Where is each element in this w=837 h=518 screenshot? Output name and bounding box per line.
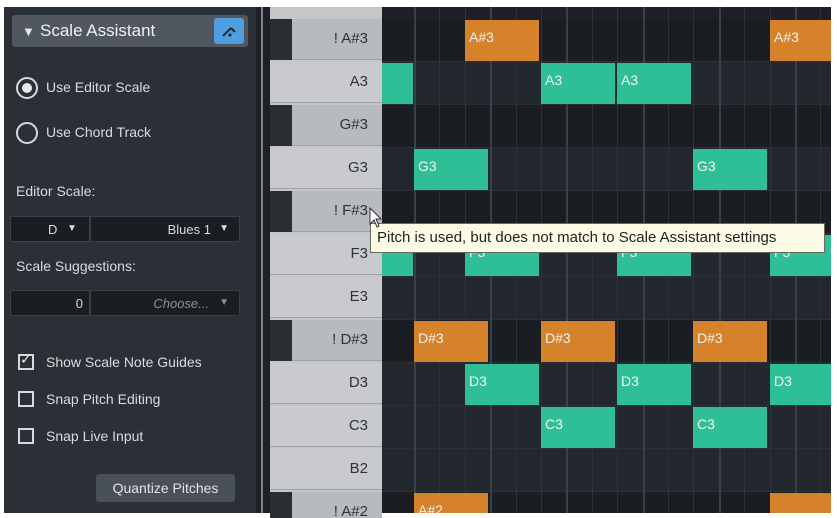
scale-root-select[interactable]: D ▼ [10, 216, 90, 242]
scale-edit-button[interactable] [214, 18, 244, 44]
midi-note[interactable]: A3 [617, 63, 691, 104]
suggestions-placeholder: Choose... [153, 296, 209, 311]
key-label: G3 [347, 159, 368, 176]
scale-type-select[interactable]: Blues 1 ▼ [90, 216, 240, 242]
use-chord-track-label[interactable]: Use Chord Track [46, 124, 151, 140]
scale-type-value: Blues 1 [167, 222, 211, 237]
key-label: ! D#3 [332, 331, 368, 348]
grid-row[interactable] [382, 277, 831, 320]
midi-note[interactable]: C3 [693, 407, 767, 448]
midi-note[interactable] [770, 493, 831, 513]
grid-line [414, 7, 416, 513]
scale-suggestions-select[interactable]: Choose... ▼ [90, 290, 240, 316]
scale-assistant-panel: ▼ Scale Assistant Use Editor Scale Use C… [4, 7, 256, 513]
suggestions-count: 0 [75, 296, 83, 311]
piano-key[interactable]: C3 [270, 406, 382, 447]
key-label: D3 [348, 374, 368, 391]
piano-key[interactable]: ! F#3 [270, 191, 382, 232]
key-label: E3 [349, 288, 368, 305]
key-label: F3 [350, 245, 368, 262]
suggestions-count-field[interactable]: 0 [10, 290, 90, 316]
chevron-down-icon: ▼ [219, 297, 229, 308]
midi-note[interactable]: A3 [541, 63, 615, 104]
snap-live-checkbox[interactable] [18, 428, 34, 444]
black-key[interactable] [270, 492, 292, 518]
key-label: ! F#3 [333, 202, 368, 219]
midi-note[interactable]: A#2 [414, 493, 488, 513]
scale-suggestions-label: Scale Suggestions: [16, 258, 136, 274]
key-label: A3 [349, 73, 368, 90]
piano-key[interactable]: F3 [270, 234, 382, 275]
grid-row[interactable] [382, 105, 831, 148]
midi-note[interactable]: A#3 [465, 20, 539, 61]
piano-key[interactable]: ! A#2 [270, 492, 382, 518]
snap-pitch-checkbox[interactable] [18, 391, 34, 407]
midi-note[interactable]: D3 [770, 364, 831, 405]
midi-note[interactable]: G3 [693, 149, 767, 190]
piano-key[interactable]: ! D#3 [270, 320, 382, 361]
panel-title: Scale Assistant [40, 21, 156, 40]
use-chord-track-radio[interactable] [16, 122, 38, 144]
piano-key[interactable]: B2 [270, 449, 382, 490]
key-label: ! A#2 [333, 503, 368, 518]
pencil-scale-icon [222, 27, 236, 37]
scale-root-value: D [48, 222, 58, 237]
key-label: C3 [348, 417, 368, 434]
midi-note[interactable]: G3 [414, 149, 488, 190]
black-key[interactable] [270, 19, 292, 60]
snap-pitch-label[interactable]: Snap Pitch Editing [46, 391, 160, 407]
piano-key[interactable]: E3 [270, 277, 382, 318]
piano-key[interactable]: A3 [270, 62, 382, 103]
midi-note[interactable]: D#3 [693, 321, 767, 362]
snap-live-label[interactable]: Snap Live Input [46, 428, 143, 444]
triangle-down-icon[interactable]: ▼ [22, 24, 35, 39]
black-key[interactable] [270, 105, 292, 146]
piano-key[interactable]: ! A#3 [270, 19, 382, 60]
show-guides-label[interactable]: Show Scale Note Guides [46, 354, 202, 370]
piano-key[interactable]: D3 [270, 363, 382, 404]
midi-note[interactable]: A#3 [770, 20, 831, 61]
piano-keyboard: ! A#3 A3 G#3 G3 ! F#3 F3 E3 ! D#3 D3 C3 B2 ! A#2 [270, 7, 382, 518]
piano-key[interactable]: G3 [270, 148, 382, 189]
quantize-pitches-button[interactable]: Quantize Pitches [96, 474, 235, 502]
key-label: B2 [349, 460, 368, 477]
note-grid[interactable]: A#3A#3A3A3G3G3F3F3F3D#3D#3D#3D3D3D3C3C3A… [382, 7, 831, 513]
panel-splitter[interactable] [256, 7, 270, 513]
editor-scale-label: Editor Scale: [16, 183, 96, 199]
chevron-down-icon: ▼ [219, 223, 229, 234]
midi-note[interactable] [382, 63, 413, 104]
use-editor-scale-label[interactable]: Use Editor Scale [46, 79, 150, 95]
show-guides-checkbox[interactable] [18, 352, 34, 370]
midi-note[interactable]: C3 [541, 407, 615, 448]
key-label: G#3 [339, 116, 368, 133]
pitch-tooltip: Pitch is used, but does not match to Sca… [370, 223, 825, 253]
grid-line [439, 7, 440, 513]
piano-key[interactable]: G#3 [270, 105, 382, 146]
midi-note[interactable]: D#3 [541, 321, 615, 362]
scale-assistant-header[interactable]: ▼ Scale Assistant [12, 15, 248, 47]
black-key[interactable] [270, 191, 292, 232]
black-key[interactable] [270, 320, 292, 361]
midi-note[interactable]: D#3 [414, 321, 488, 362]
grid-row[interactable] [382, 449, 831, 492]
use-editor-scale-radio[interactable] [16, 77, 38, 99]
mouse-cursor-icon [369, 207, 383, 228]
grid-row[interactable] [382, 363, 831, 406]
midi-note[interactable]: D3 [617, 364, 691, 405]
midi-note[interactable]: D3 [465, 364, 539, 405]
chevron-down-icon: ▼ [67, 223, 77, 234]
key-label: ! A#3 [333, 30, 368, 47]
grid-row[interactable] [382, 19, 831, 62]
